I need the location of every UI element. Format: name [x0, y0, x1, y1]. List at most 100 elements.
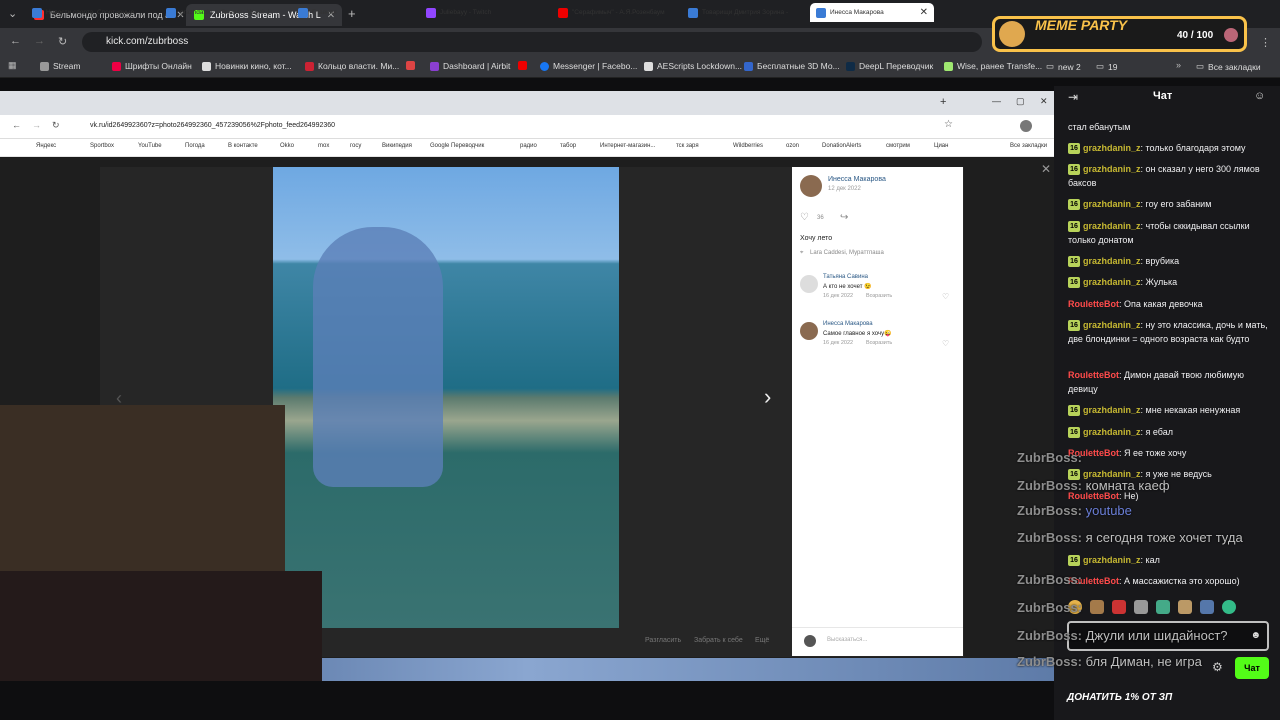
donate-banner[interactable]: ДОНАТИТЬ 1% ОТ ЗП: [1067, 692, 1172, 703]
heart-icon[interactable]: ♡: [800, 212, 809, 223]
inner-tab[interactable]: Товарищи Дмитрия Зорина -: [682, 3, 808, 22]
bookmark-item[interactable]: Stream: [40, 61, 80, 71]
post-location[interactable]: Lara Caddesi, Мураттпаша: [810, 250, 884, 256]
next-photo-icon[interactable]: ›: [764, 384, 771, 410]
bookmark-item[interactable]: Sportbox: [90, 143, 114, 149]
emote-icon[interactable]: [1222, 600, 1236, 614]
bookmark-item[interactable]: радио: [520, 143, 537, 149]
emoji-icon[interactable]: ☻: [1250, 630, 1261, 641]
save-action[interactable]: Забрать к себе: [694, 637, 743, 644]
bookmark-item[interactable]: YouTube: [138, 143, 162, 149]
apps-icon[interactable]: ▦: [8, 60, 17, 71]
forward-icon[interactable]: →: [34, 35, 45, 47]
send-chat-button[interactable]: Чат: [1235, 657, 1269, 679]
meme-party-widget: MEME PARTY 40 / 100: [992, 16, 1247, 52]
inner-tab[interactable]: grazhdanin_z Stream - Watch L: [160, 3, 292, 22]
inner-tab-active[interactable]: Инесса Макарова ✕: [810, 3, 934, 22]
bookmark-item[interactable]: mox: [318, 143, 329, 149]
bookmark-item[interactable]: Яндекс: [36, 143, 56, 149]
bookmark-item[interactable]: В контакте: [228, 143, 258, 149]
bookmark-item[interactable]: Google Переводчик: [430, 143, 484, 149]
tab-search-icon[interactable]: ⌄: [8, 7, 17, 20]
profile-avatar[interactable]: [1020, 120, 1032, 132]
bookmark-item[interactable]: Циан: [934, 143, 948, 149]
bookmark-item[interactable]: Wise, ранее Transfe...: [944, 61, 1042, 71]
bookmark-item[interactable]: Wildberries: [733, 143, 763, 149]
avatar[interactable]: [800, 322, 818, 340]
close-viewer-icon[interactable]: ✕: [1041, 162, 1051, 176]
vk-photo[interactable]: [273, 167, 619, 628]
menu-icon[interactable]: ⋮: [1260, 36, 1271, 49]
bookmark-item[interactable]: Википедия: [382, 143, 412, 149]
inner-tab[interactable]: Главная: [292, 3, 414, 22]
reload-icon[interactable]: ↻: [52, 120, 60, 131]
inner-url-field[interactable]: vk.ru/id264992360?z=photo264992360_45723…: [90, 122, 335, 129]
forward-icon[interactable]: →: [32, 120, 41, 130]
reply-link[interactable]: Возразить: [866, 293, 892, 299]
emote-icon[interactable]: [1200, 600, 1214, 614]
bookmark-item[interactable]: [518, 61, 527, 70]
emote-icon[interactable]: [1134, 600, 1148, 614]
bookmark-item[interactable]: госу: [350, 143, 361, 149]
avatar[interactable]: [800, 175, 822, 197]
bookmark-item[interactable]: Dashboard | Airbit: [430, 61, 510, 71]
avatar[interactable]: [800, 275, 818, 293]
comment-author[interactable]: Татьяна Савина: [823, 274, 868, 280]
url-field[interactable]: kick.com/zubrboss: [82, 32, 982, 52]
bookmark-item[interactable]: Интернет-магазин...: [600, 143, 655, 149]
chat-message: RouletteBot: Димон давай твою любимую де…: [1068, 370, 1245, 394]
emote-icon[interactable]: [1178, 600, 1192, 614]
bookmark-star-icon[interactable]: ☆: [944, 119, 953, 130]
bookmark-item[interactable]: DeepL Переводчик: [846, 61, 933, 71]
new-tab-icon[interactable]: +: [940, 96, 946, 108]
inner-tab[interactable]: "Серафимыч" - А.Я.Розенбаум: [552, 3, 678, 22]
bookmark-item[interactable]: Новинки кино, кот...: [202, 61, 292, 71]
collapse-chat-icon[interactable]: ⇥: [1068, 90, 1078, 104]
users-icon[interactable]: ☺: [1254, 90, 1265, 102]
emote-icon[interactable]: [1090, 600, 1104, 614]
post-author[interactable]: Инесса Макарова: [828, 176, 886, 183]
bookmark-item[interactable]: Бесплатные 3D Мо...: [744, 61, 840, 71]
chevron-right-icon[interactable]: »: [1176, 60, 1181, 70]
minimize-icon[interactable]: —: [992, 96, 1001, 106]
bookmark-item[interactable]: Кольцо власти. Ми...: [305, 61, 399, 71]
maximize-icon[interactable]: ▢: [1016, 96, 1025, 107]
comment-input[interactable]: Высказаться...: [827, 637, 867, 643]
chat-message: 16 grazhdanin_z: я ебал: [1068, 425, 1268, 439]
close-window-icon[interactable]: ✕: [1040, 96, 1048, 107]
inner-tab[interactable]: Новости спорта, Спортивные: [26, 3, 160, 22]
bookmark-folder[interactable]: ▭ Все закладки: [1196, 61, 1261, 72]
more-action[interactable]: Ещё: [755, 637, 769, 644]
share-icon[interactable]: ↪: [840, 212, 848, 223]
bookmark-item[interactable]: табор: [560, 143, 576, 149]
bookmark-item[interactable]: смотрим: [886, 143, 910, 149]
bookmark-item[interactable]: Messenger | Facebo...: [540, 61, 637, 71]
bookmark-item[interactable]: [406, 61, 415, 70]
bookmark-item[interactable]: Погода: [185, 143, 205, 149]
bookmark-folder[interactable]: ▭ new 2: [1046, 61, 1081, 72]
reply-link[interactable]: Возразить: [866, 340, 892, 346]
bookmark-item[interactable]: ozon: [786, 143, 799, 149]
reload-icon[interactable]: ↻: [58, 35, 67, 48]
bookmark-item[interactable]: DonationAlerts: [822, 143, 861, 149]
gear-icon[interactable]: ⚙: [1212, 660, 1223, 674]
bookmark-item[interactable]: AEScripts Lockdown...: [644, 61, 742, 71]
share-action[interactable]: Разгласить: [645, 637, 681, 644]
inner-tab[interactable]: Juliebayy - Twitch: [420, 3, 542, 22]
avatar: [1224, 28, 1238, 42]
widget-counter: 40 / 100: [1177, 30, 1214, 41]
back-icon[interactable]: ←: [10, 35, 21, 47]
emote-icon[interactable]: [1112, 600, 1126, 614]
comment-author[interactable]: Инесса Макарова: [823, 321, 873, 327]
heart-icon[interactable]: ♡: [942, 339, 949, 348]
bookmark-item[interactable]: Okko: [280, 143, 294, 149]
bookmark-item[interactable]: тск заря: [676, 143, 699, 149]
avatar: [804, 635, 816, 647]
emote-icon[interactable]: [1156, 600, 1170, 614]
bookmark-item[interactable]: Все закладки: [1010, 143, 1047, 149]
heart-icon[interactable]: ♡: [942, 292, 949, 301]
bookmark-folder[interactable]: ▭ 19: [1096, 61, 1118, 72]
chat-message: 16 grazhdanin_z: Жулька: [1068, 275, 1268, 289]
back-icon[interactable]: ←: [12, 120, 21, 130]
bookmark-item[interactable]: Шрифты Онлайн: [112, 61, 192, 71]
